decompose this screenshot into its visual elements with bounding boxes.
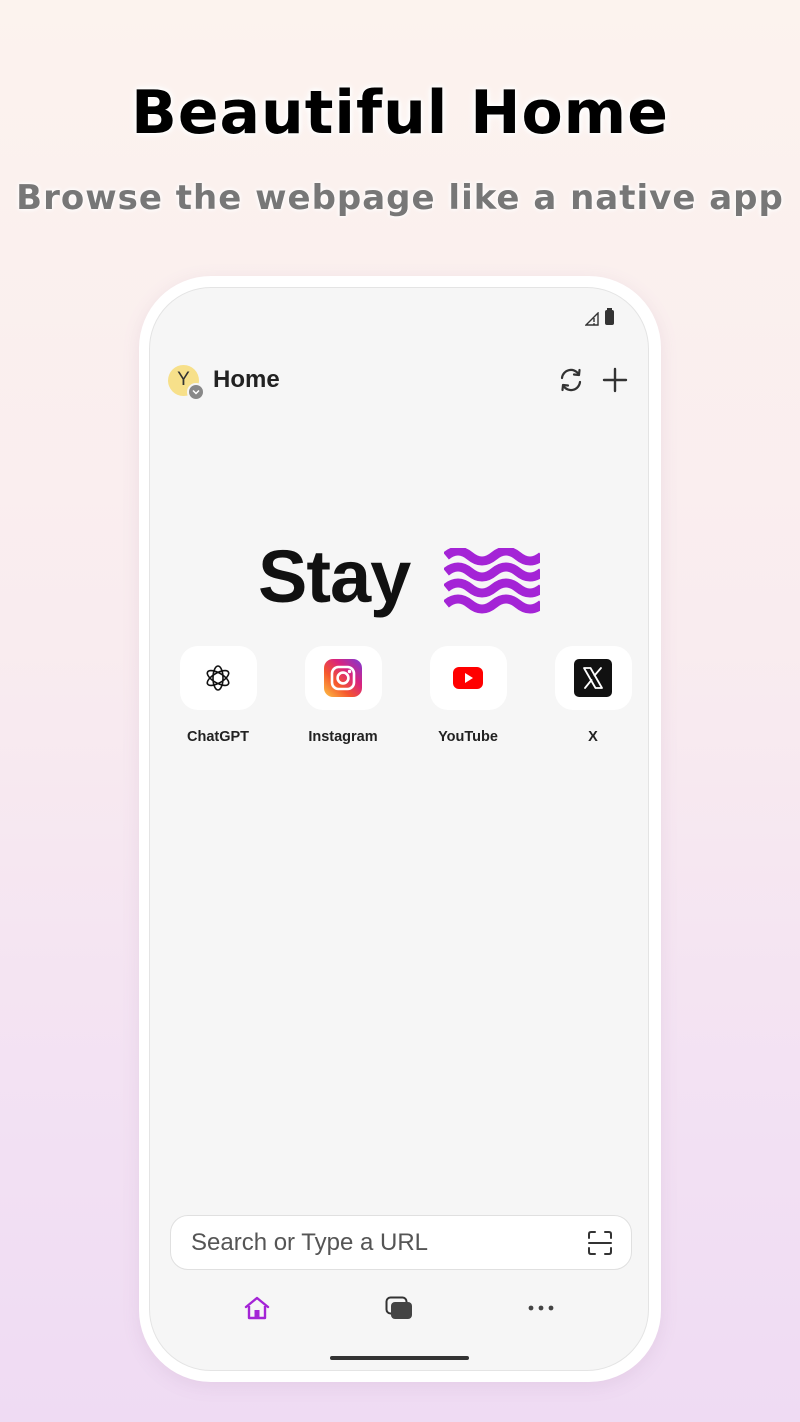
phone-frame: Y Home Stay ChatGPT Instagram YouTube X … (139, 276, 661, 1382)
scan-button[interactable] (585, 1228, 615, 1258)
youtube-icon (453, 667, 483, 689)
nav-home[interactable] (237, 1288, 277, 1328)
refresh-button[interactable] (556, 365, 586, 395)
promo-subline: Browse the webpage like a native app (16, 178, 784, 218)
search-bar[interactable] (170, 1215, 632, 1270)
battery-icon (605, 308, 614, 325)
status-bar (584, 308, 614, 326)
nav-more[interactable] (521, 1288, 561, 1328)
wave-logo-icon (444, 548, 540, 614)
bottom-nav (150, 1288, 648, 1328)
top-actions (556, 365, 630, 395)
scan-icon (588, 1230, 612, 1255)
more-icon (528, 1305, 554, 1311)
add-button[interactable] (600, 365, 630, 395)
shortcut-tile (179, 646, 257, 710)
x-icon (574, 659, 612, 697)
tabs-icon (385, 1296, 412, 1319)
search-input[interactable] (189, 1227, 585, 1258)
stay-logo: Stay (258, 535, 548, 630)
page-title: Home (213, 366, 280, 393)
shortcut-chatgpt[interactable]: ChatGPT (168, 646, 268, 745)
plus-icon (602, 367, 628, 393)
signal-icon (584, 310, 599, 326)
chatgpt-icon (206, 665, 230, 691)
home-icon (244, 1296, 270, 1320)
shortcut-youtube[interactable]: YouTube (418, 646, 518, 745)
logo-text: Stay (258, 535, 411, 618)
instagram-icon (324, 659, 362, 697)
profile-avatar[interactable]: Y (168, 364, 205, 401)
shortcut-tile (304, 646, 382, 710)
shortcut-label: YouTube (438, 729, 498, 745)
shortcut-x[interactable]: X (543, 646, 643, 745)
shortcut-tile (554, 646, 632, 710)
shortcut-grid: ChatGPT Instagram YouTube X (168, 646, 643, 745)
phone-screen: Y Home Stay ChatGPT Instagram YouTube X … (149, 287, 649, 1371)
shortcut-tile (429, 646, 507, 710)
shortcut-label: Instagram (308, 729, 378, 745)
shortcut-label: X (588, 729, 598, 745)
top-bar: Y Home (168, 362, 630, 401)
promo-headline: Beautiful Home (131, 78, 669, 148)
refresh-icon (560, 368, 582, 392)
chevron-down-icon (187, 382, 205, 401)
nav-tabs[interactable] (379, 1288, 419, 1328)
shortcut-label: ChatGPT (186, 729, 250, 745)
shortcut-instagram[interactable]: Instagram (293, 646, 393, 745)
home-indicator (330, 1356, 469, 1360)
